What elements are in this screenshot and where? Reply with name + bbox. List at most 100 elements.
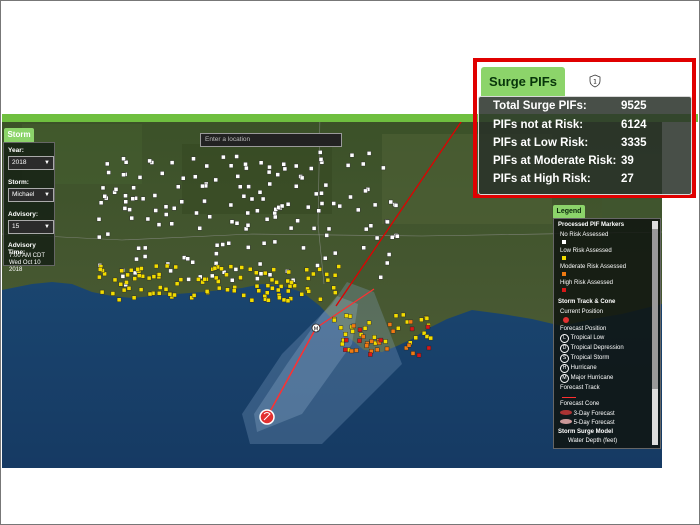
- low-risk-marker: [413, 335, 418, 341]
- no-risk-marker: [288, 225, 294, 231]
- moderate-risk-marker: [349, 348, 354, 354]
- no-risk-marker: [105, 231, 111, 237]
- legend-scroll-thumb[interactable]: [652, 229, 658, 389]
- storm-select[interactable]: Michael ▼: [8, 188, 54, 202]
- no-risk-marker: [255, 208, 260, 214]
- moderate-risk-marker: [390, 328, 396, 334]
- moderate-risk-marker: [361, 334, 366, 339]
- low-risk-marker: [167, 292, 173, 297]
- no-risk-marker: [324, 233, 329, 238]
- no-risk-marker: [368, 223, 374, 229]
- moderate-risk-marker: [408, 319, 413, 325]
- legend-3-day: 3-Day Forecast: [560, 410, 615, 417]
- no-risk-marker: [210, 273, 215, 279]
- no-risk-marker: [194, 210, 199, 216]
- moderate-risk-marker: [369, 339, 374, 344]
- no-risk-marker: [145, 216, 151, 222]
- no-risk-marker: [385, 260, 390, 266]
- no-risk-marker: [202, 198, 207, 204]
- low-risk-marker: [271, 267, 276, 272]
- no-risk-marker: [301, 245, 306, 251]
- no-risk-marker: [120, 274, 126, 279]
- no-risk-marker: [137, 175, 143, 180]
- low-risk-marker: [263, 270, 268, 276]
- no-risk-marker: [163, 204, 169, 209]
- low-risk-marker: [336, 264, 341, 269]
- low-risk-marker: [238, 275, 243, 280]
- low-risk-marker: [340, 341, 345, 347]
- no-risk-marker: [197, 226, 202, 231]
- low-risk-marker: [172, 292, 177, 298]
- no-risk-marker: [323, 182, 329, 188]
- no-risk-marker: [127, 207, 132, 212]
- no-risk-marker: [255, 276, 260, 281]
- no-risk-marker: [130, 196, 136, 201]
- no-risk-marker: [264, 217, 270, 222]
- no-risk-marker: [267, 164, 272, 170]
- low-risk-marker: [333, 290, 338, 295]
- no-risk-marker: [314, 191, 319, 197]
- no-risk-marker: [395, 233, 400, 239]
- surge-pifs-tab[interactable]: Surge PIFs: [481, 67, 565, 97]
- no-risk-marker: [363, 188, 368, 194]
- advisory-label: Advisory:: [8, 211, 38, 218]
- no-risk-marker: [257, 261, 263, 267]
- storm-value: Michael: [12, 191, 35, 198]
- advisory-select[interactable]: 15 ▼: [8, 220, 54, 234]
- legend-pif-header: Processed PIF Markers: [558, 222, 625, 228]
- low-risk-marker: [191, 293, 197, 298]
- low-risk-marker: [163, 286, 169, 292]
- no-risk-marker: [159, 171, 165, 176]
- no-risk-marker: [294, 184, 299, 189]
- legend-moderate-risk: Moderate Risk Assessed: [560, 264, 627, 270]
- low-risk-marker: [424, 334, 430, 339]
- svg-text:M: M: [314, 327, 319, 333]
- moderate-risk-marker: [354, 348, 359, 353]
- no-risk-marker: [257, 190, 263, 195]
- low-risk-marker: [286, 269, 291, 275]
- low-risk-marker: [331, 285, 336, 291]
- low-risk-marker: [156, 272, 162, 277]
- low-risk-marker: [318, 296, 323, 302]
- no-risk-marker: [356, 207, 361, 213]
- high-risk-marker-icon: [562, 288, 566, 294]
- storm-tab[interactable]: Storm: [4, 128, 34, 142]
- low-risk-marker: [278, 284, 284, 289]
- moderate-risk-marker: [387, 322, 393, 327]
- no-risk-marker: [272, 239, 278, 245]
- legend-major-hurricane: M Major Hurricane: [560, 374, 613, 383]
- no-risk-marker: [249, 196, 255, 202]
- low-risk-marker: [110, 291, 116, 296]
- low-risk-marker: [419, 317, 424, 322]
- legend-tab[interactable]: Legend: [553, 205, 585, 218]
- location-search-input[interactable]: Enter a location: [200, 133, 342, 147]
- low-risk-marker: [173, 264, 179, 270]
- low-risk-marker: [216, 279, 221, 284]
- low-risk-marker: [285, 298, 291, 303]
- no-risk-marker: [207, 214, 212, 219]
- no-risk-marker: [134, 256, 139, 262]
- no-risk-marker: [361, 161, 366, 167]
- low-risk-marker: [270, 285, 275, 291]
- storm-panel: Year: 2018 ▼ Storm: Michael ▼ Advisory: …: [3, 142, 55, 273]
- low-risk-marker: [276, 287, 281, 293]
- no-risk-marker: [282, 166, 288, 172]
- year-value: 2018: [12, 159, 27, 166]
- low-risk-marker: [112, 277, 118, 283]
- stat-total-value: 9525: [621, 100, 647, 112]
- low-risk-marker: [325, 277, 331, 283]
- no-risk-marker: [204, 163, 210, 169]
- no-risk-marker: [279, 203, 285, 209]
- no-risk-marker: [97, 234, 102, 240]
- legend-track-header: Storm Track & Cone: [558, 299, 616, 305]
- stat-high-risk-label: PIFs at High Risk:: [493, 173, 591, 185]
- stat-high-risk-value: 27: [621, 173, 634, 185]
- chevron-down-icon: ▼: [44, 224, 50, 230]
- low-risk-marker: [97, 274, 102, 280]
- no-risk-marker: [136, 245, 141, 251]
- year-select[interactable]: 2018 ▼: [8, 156, 54, 170]
- no-risk-marker: [123, 193, 128, 198]
- low-risk-marker: [249, 297, 255, 303]
- legend-low-risk: Low Risk Assessed: [560, 248, 612, 254]
- no-risk-marker: [281, 162, 286, 167]
